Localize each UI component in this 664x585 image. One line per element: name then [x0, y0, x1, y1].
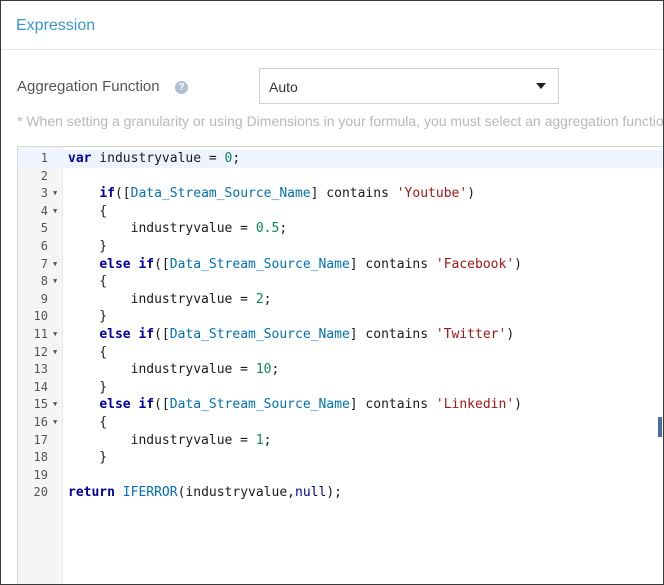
expression-panel: Expression Aggregation Function ? Auto *… [0, 0, 664, 585]
code-line[interactable]: 13 industryvalue = 10; [18, 361, 663, 379]
fold-arrow-icon[interactable]: ▼ [53, 185, 57, 203]
code-line[interactable]: 19 [18, 467, 663, 485]
line-number: 15 [33, 397, 48, 412]
line-number: 14 [33, 379, 48, 394]
fold-arrow-icon[interactable]: ▼ [53, 396, 57, 414]
panel-title: Expression [16, 17, 96, 34]
code-text: { [68, 414, 108, 430]
line-number: 2 [40, 168, 48, 183]
code-line[interactable]: 2 [18, 168, 663, 186]
code-line[interactable]: 10 } [18, 308, 663, 326]
fold-arrow-icon[interactable]: ▼ [53, 326, 57, 344]
line-number: 11 [33, 326, 48, 341]
line-number: 4 [40, 203, 48, 218]
code-text: industryvalue = 1; [68, 432, 272, 448]
question-circle-icon[interactable]: ? [175, 81, 188, 94]
code-text: industryvalue = 10; [68, 362, 280, 378]
code-line[interactable]: 7 ▼ else if([Data_Stream_Source_Name] con… [18, 256, 663, 274]
code-line[interactable]: 14 } [18, 379, 663, 397]
line-number: 13 [33, 362, 48, 377]
aggregation-function-value: Auto [269, 79, 298, 95]
code-line[interactable]: 3 ▼ if([Data_Stream_Source_Name] contains… [18, 185, 663, 203]
fold-arrow-icon[interactable]: ▼ [53, 414, 57, 432]
scrollbar-marker[interactable] [658, 417, 662, 437]
line-number: 20 [33, 485, 48, 500]
line-number: 9 [40, 291, 48, 306]
code-line[interactable]: 18 } [18, 449, 663, 467]
code-line[interactable]: 12 ▼ { [18, 344, 663, 362]
code-text: { [68, 203, 108, 219]
line-number: 16 [33, 414, 48, 429]
code-text: { [68, 344, 108, 360]
code-line[interactable]: 9 industryvalue = 2; [18, 291, 663, 309]
aggregation-note: * When setting a granularity or using Di… [17, 113, 664, 129]
code-line[interactable]: 20 return IFERROR(industryvalue,null); [18, 484, 663, 502]
code-text: return IFERROR(industryvalue,null); [68, 485, 342, 501]
line-number: 10 [33, 309, 48, 324]
code-text: else if([Data_Stream_Source_Name] contai… [99, 256, 522, 272]
code-line[interactable]: 4 ▼ { [18, 203, 663, 221]
line-number: 18 [33, 450, 48, 465]
line-number: 1 [40, 151, 48, 165]
aggregation-function-label: Aggregation Function [17, 78, 160, 95]
code-line[interactable]: 17 industryvalue = 1; [18, 432, 663, 450]
line-number: 6 [40, 238, 48, 253]
code-text: } [68, 379, 108, 395]
code-text: else if([Data_Stream_Source_Name] contai… [99, 397, 522, 413]
code-text: industryvalue = 2; [68, 291, 272, 307]
aggregation-function-select[interactable]: Auto [259, 68, 559, 104]
code-line[interactable]: 8 ▼ { [18, 273, 663, 291]
code-text: } [68, 238, 108, 254]
code-lines[interactable]: 1 var industryvalue = 0; 2 3 ▼ if([Data_Stre… [18, 150, 663, 502]
fold-arrow-icon[interactable]: ▼ [53, 273, 57, 291]
code-text: industryvalue = 0.5; [68, 221, 288, 237]
fold-arrow-icon[interactable]: ▼ [53, 256, 57, 274]
line-number: 5 [40, 221, 48, 236]
code-text: if([Data_Stream_Source_Name] contains 'Y… [99, 186, 476, 202]
code-line[interactable]: 6 } [18, 238, 663, 256]
fold-arrow-icon[interactable]: ▼ [53, 203, 57, 221]
code-line[interactable]: 16 ▼ { [18, 414, 663, 432]
code-line[interactable]: 15 ▼ else if([Data_Stream_Source_Name] co… [18, 396, 663, 414]
code-text: } [68, 309, 108, 325]
code-text: { [68, 274, 108, 290]
line-number: 7 [40, 256, 48, 271]
line-number: 19 [33, 467, 48, 482]
fold-arrow-icon[interactable]: ▼ [53, 344, 57, 362]
code-text: else if([Data_Stream_Source_Name] contai… [99, 326, 515, 342]
code-editor[interactable]: 1 var industryvalue = 0; 2 3 ▼ if([Data_Stre… [17, 146, 663, 584]
line-number: 12 [33, 344, 48, 359]
code-line[interactable]: 11 ▼ else if([Data_Stream_Source_Name] co… [18, 326, 663, 344]
code-line[interactable]: 5 industryvalue = 0.5; [18, 220, 663, 238]
line-number: 3 [40, 186, 48, 201]
code-text: var industryvalue = 0; [68, 151, 241, 166]
line-number: 17 [33, 432, 48, 447]
panel-header: Expression [1, 1, 663, 50]
line-number: 8 [40, 274, 48, 289]
code-text: } [68, 450, 108, 466]
caret-down-icon [536, 83, 546, 89]
code-line[interactable]: 1 var industryvalue = 0; [18, 150, 663, 168]
